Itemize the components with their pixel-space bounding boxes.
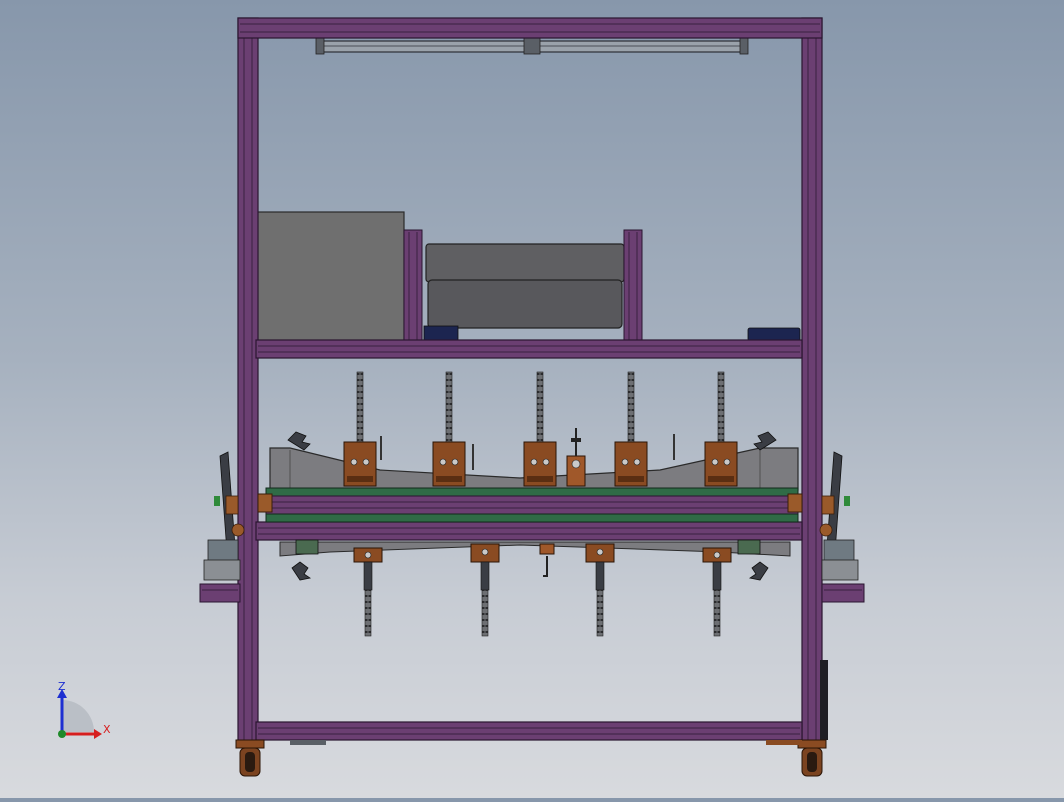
toggle-clamp-bottom (585, 543, 615, 637)
foot-pad (747, 327, 801, 342)
end-hold-down-clamp (287, 431, 311, 451)
clamp-bracket (295, 539, 319, 555)
x-axis-arrowhead (94, 729, 102, 739)
coordinate-triad[interactable]: Z X (57, 680, 111, 739)
foot-plate (766, 740, 802, 745)
foot-plate (290, 740, 326, 745)
shelf-post-left (403, 229, 423, 343)
z-axis-label: Z (58, 680, 66, 693)
cad-graphics-viewport[interactable]: Z X (0, 0, 1064, 798)
x-axis-label: X (103, 723, 111, 736)
cad-model-view[interactable]: Z X (0, 0, 1064, 798)
caster-wheel-right (797, 739, 827, 777)
electrical-box (423, 243, 625, 341)
toggle-clamp-top (523, 371, 557, 487)
toggle-clamp-top (432, 371, 466, 487)
caster-wheel-left (235, 739, 265, 777)
toggle-clamp-bottom (470, 543, 500, 637)
control-cabinet (255, 211, 405, 343)
triad-origin (58, 730, 66, 738)
base-plate (257, 487, 803, 523)
clamp-bracket (737, 539, 761, 555)
triad-plane (62, 700, 94, 732)
toggle-clamp-top (343, 371, 377, 487)
toggle-clamp-top (614, 371, 648, 487)
end-hold-down-clamp (753, 431, 777, 451)
top-light-bar (315, 37, 749, 55)
end-hold-down-clamp (748, 561, 769, 581)
center-locator (566, 428, 586, 487)
toggle-clamp-top (704, 371, 738, 487)
right-rotation-assembly (819, 451, 859, 581)
shelf-post-right (623, 229, 643, 343)
end-hold-down-clamp (291, 561, 312, 581)
toggle-clamp-bottom (702, 547, 732, 637)
toggle-clamp-bottom (353, 547, 383, 637)
aluminum-frame (199, 17, 865, 747)
center-locator-bottom (539, 543, 555, 577)
